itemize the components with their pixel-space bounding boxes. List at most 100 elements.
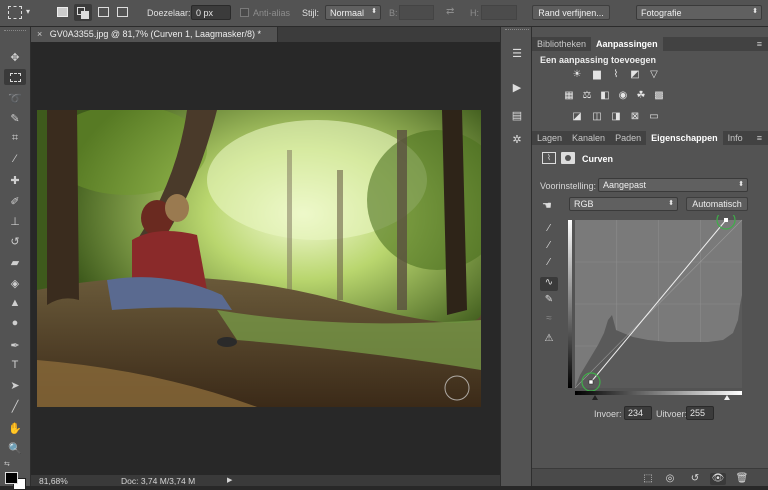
brush-tool-icon[interactable]: ✐ (4, 193, 26, 209)
add-selection-icon[interactable] (74, 4, 92, 21)
document-tab[interactable]: × GV0A3355.jpg @ 81,7% (Curven 1, Laagma… (31, 27, 278, 42)
reset-adjustment-icon[interactable]: ↺ (687, 473, 703, 485)
width-input[interactable] (399, 5, 434, 20)
height-input[interactable] (481, 5, 517, 20)
panel-menu-icon[interactable]: ≡ (757, 133, 762, 143)
brush-settings-icon[interactable]: ✲ (507, 131, 527, 147)
tab-properties[interactable]: Eigenschappen (646, 131, 723, 145)
view-previous-state-icon[interactable]: ◎ (662, 473, 678, 485)
tab-info[interactable]: Info (723, 131, 748, 145)
quick-selection-tool-icon[interactable]: ✎ (4, 110, 26, 126)
auto-button[interactable]: Automatisch (686, 197, 748, 211)
tab-layers[interactable]: Lagen (532, 131, 567, 145)
draw-curve-pencil-icon[interactable]: ✎ (540, 294, 558, 308)
workspace-select[interactable]: Fotografie ⬍ (636, 5, 762, 20)
swap-colors-icon[interactable]: ⇆ (4, 460, 10, 468)
target-adjust-hand-icon[interactable]: ☚ (542, 199, 552, 212)
dock-grip[interactable] (505, 29, 529, 35)
intersect-selection-icon[interactable] (117, 7, 128, 17)
exposure-adjustment-icon[interactable]: ◩ (628, 69, 642, 80)
status-menu-arrow-icon[interactable]: ▶ (227, 476, 232, 484)
input-value-field[interactable]: 234 (624, 406, 652, 420)
blur-tool-icon[interactable]: ▲ (4, 295, 26, 311)
tab-adjustments[interactable]: Aanpassingen (591, 37, 663, 51)
antialias-checkbox[interactable] (240, 8, 249, 17)
photo-filter-adjustment-icon[interactable]: ◉ (616, 90, 630, 101)
clipping-warning-icon[interactable]: ⚠ (540, 333, 558, 347)
zoom-level[interactable]: 81,68% (39, 476, 68, 486)
delete-adjustment-icon[interactable]: 🗑 (734, 473, 750, 485)
properties-panel-icon[interactable]: ▤ (507, 107, 527, 123)
pen-tool-icon[interactable]: ✒ (4, 337, 26, 353)
marquee-preset-icon[interactable] (8, 6, 22, 19)
color-lookup-adjustment-icon[interactable]: ▩ (652, 90, 666, 101)
hue-saturation-adjustment-icon[interactable]: ▦ (562, 90, 576, 101)
document-close-icon[interactable]: × (37, 29, 42, 39)
toolbar-grip[interactable] (4, 30, 26, 33)
subtract-selection-icon[interactable] (98, 7, 109, 17)
clone-stamp-tool-icon[interactable]: ⊥ (4, 213, 26, 229)
crop-tool-icon[interactable]: ⌗ (4, 130, 26, 146)
invert-adjustment-icon[interactable]: ◪ (570, 111, 584, 122)
smooth-curve-icon[interactable]: ≈ (540, 313, 558, 327)
paint-bucket-tool-icon[interactable]: ◈ (4, 275, 26, 291)
tab-paths[interactable]: Paden (610, 131, 646, 145)
select-arrows-icon: ⬍ (371, 8, 377, 15)
levels-adjustment-icon[interactable]: ▆ (590, 69, 604, 80)
select-arrows-icon: ⬍ (738, 181, 744, 188)
tab-libraries[interactable]: Bibliotheken (532, 37, 591, 51)
threshold-adjustment-icon[interactable]: ◨ (609, 111, 623, 122)
refine-edge-button[interactable]: Rand verfijnen... (532, 5, 610, 20)
curves-graph[interactable] (568, 210, 744, 400)
move-tool-icon[interactable]: ✥ (4, 49, 26, 65)
clip-to-layer-icon[interactable]: ⬚ (640, 473, 656, 485)
brightness-adjustment-icon[interactable]: ☀ (570, 69, 584, 80)
curves-adjustment-icon[interactable]: ⌇ (609, 69, 623, 80)
black-point-eyedropper-icon[interactable]: ⁄ (540, 223, 558, 237)
path-selection-tool-icon[interactable]: ➤ (4, 377, 26, 393)
channel-mixer-adjustment-icon[interactable]: ☘ (634, 90, 648, 101)
history-panel-icon[interactable]: ☰ (507, 45, 527, 61)
color-balance-adjustment-icon[interactable]: ⚖ (580, 90, 594, 101)
black-white-adjustment-icon[interactable]: ◧ (598, 90, 612, 101)
type-tool-icon[interactable]: T (4, 357, 26, 373)
history-brush-tool-icon[interactable]: ↺ (4, 233, 26, 249)
style-select[interactable]: Normaal ⬍ (325, 5, 381, 20)
preset-select[interactable]: Aangepast ⬍ (598, 178, 748, 192)
zoom-tool-icon[interactable]: 🔍 (4, 440, 26, 456)
canvas-area[interactable] (31, 42, 500, 475)
hand-tool-icon[interactable]: ✋ (4, 420, 26, 436)
layer-mask-icon[interactable] (561, 152, 575, 164)
toggle-visibility-icon[interactable]: 👁 (710, 473, 726, 485)
channel-select[interactable]: RGB ⬍ (569, 197, 678, 211)
lasso-tool-icon[interactable]: ➰ (4, 90, 26, 106)
dropdown-arrow-icon[interactable]: ▾ (26, 7, 30, 16)
options-bar: ▾ Doezelaar: 0 px Anti-alias Stijl: Norm… (0, 0, 768, 27)
status-bar: 81,68% Doc: 3,74 M/3,74 M ▶ (31, 475, 500, 486)
panel-menu-icon[interactable]: ≡ (757, 39, 762, 49)
curves-properties-icon[interactable]: ⌇ (542, 152, 556, 164)
gradient-map-adjustment-icon[interactable]: ▭ (647, 111, 661, 122)
selective-color-adjustment-icon[interactable]: ⊠ (628, 111, 642, 122)
antialias-label: Anti-alias (253, 8, 291, 18)
output-value-field[interactable]: 255 (686, 406, 714, 420)
healing-brush-tool-icon[interactable]: ✚ (4, 172, 26, 188)
foreground-color-swatch[interactable] (5, 472, 18, 484)
gray-point-eyedropper-icon[interactable]: ⁄ (540, 240, 558, 254)
style-label: Stijl: (302, 8, 320, 18)
white-point-eyedropper-icon[interactable]: ⁄ (540, 257, 558, 271)
line-tool-icon[interactable]: ╱ (4, 398, 26, 414)
rectangular-marquee-tool-icon[interactable] (4, 69, 26, 85)
tab-channels[interactable]: Kanalen (567, 131, 610, 145)
new-selection-icon[interactable] (57, 7, 68, 17)
curve-edit-points-icon[interactable]: ∿ (540, 277, 558, 291)
feather-input[interactable]: 0 px (191, 5, 231, 20)
photo-canvas[interactable] (37, 110, 481, 407)
dodge-tool-icon[interactable]: ● (4, 315, 26, 331)
actions-play-icon[interactable]: ▶ (507, 79, 527, 95)
swap-icon[interactable]: ⇄ (446, 6, 454, 17)
vibrance-adjustment-icon[interactable]: ▽ (647, 69, 661, 80)
eraser-tool-icon[interactable]: ▰ (4, 254, 26, 270)
eyedropper-tool-icon[interactable]: ⁄ (4, 151, 26, 167)
posterize-adjustment-icon[interactable]: ◫ (590, 111, 604, 122)
